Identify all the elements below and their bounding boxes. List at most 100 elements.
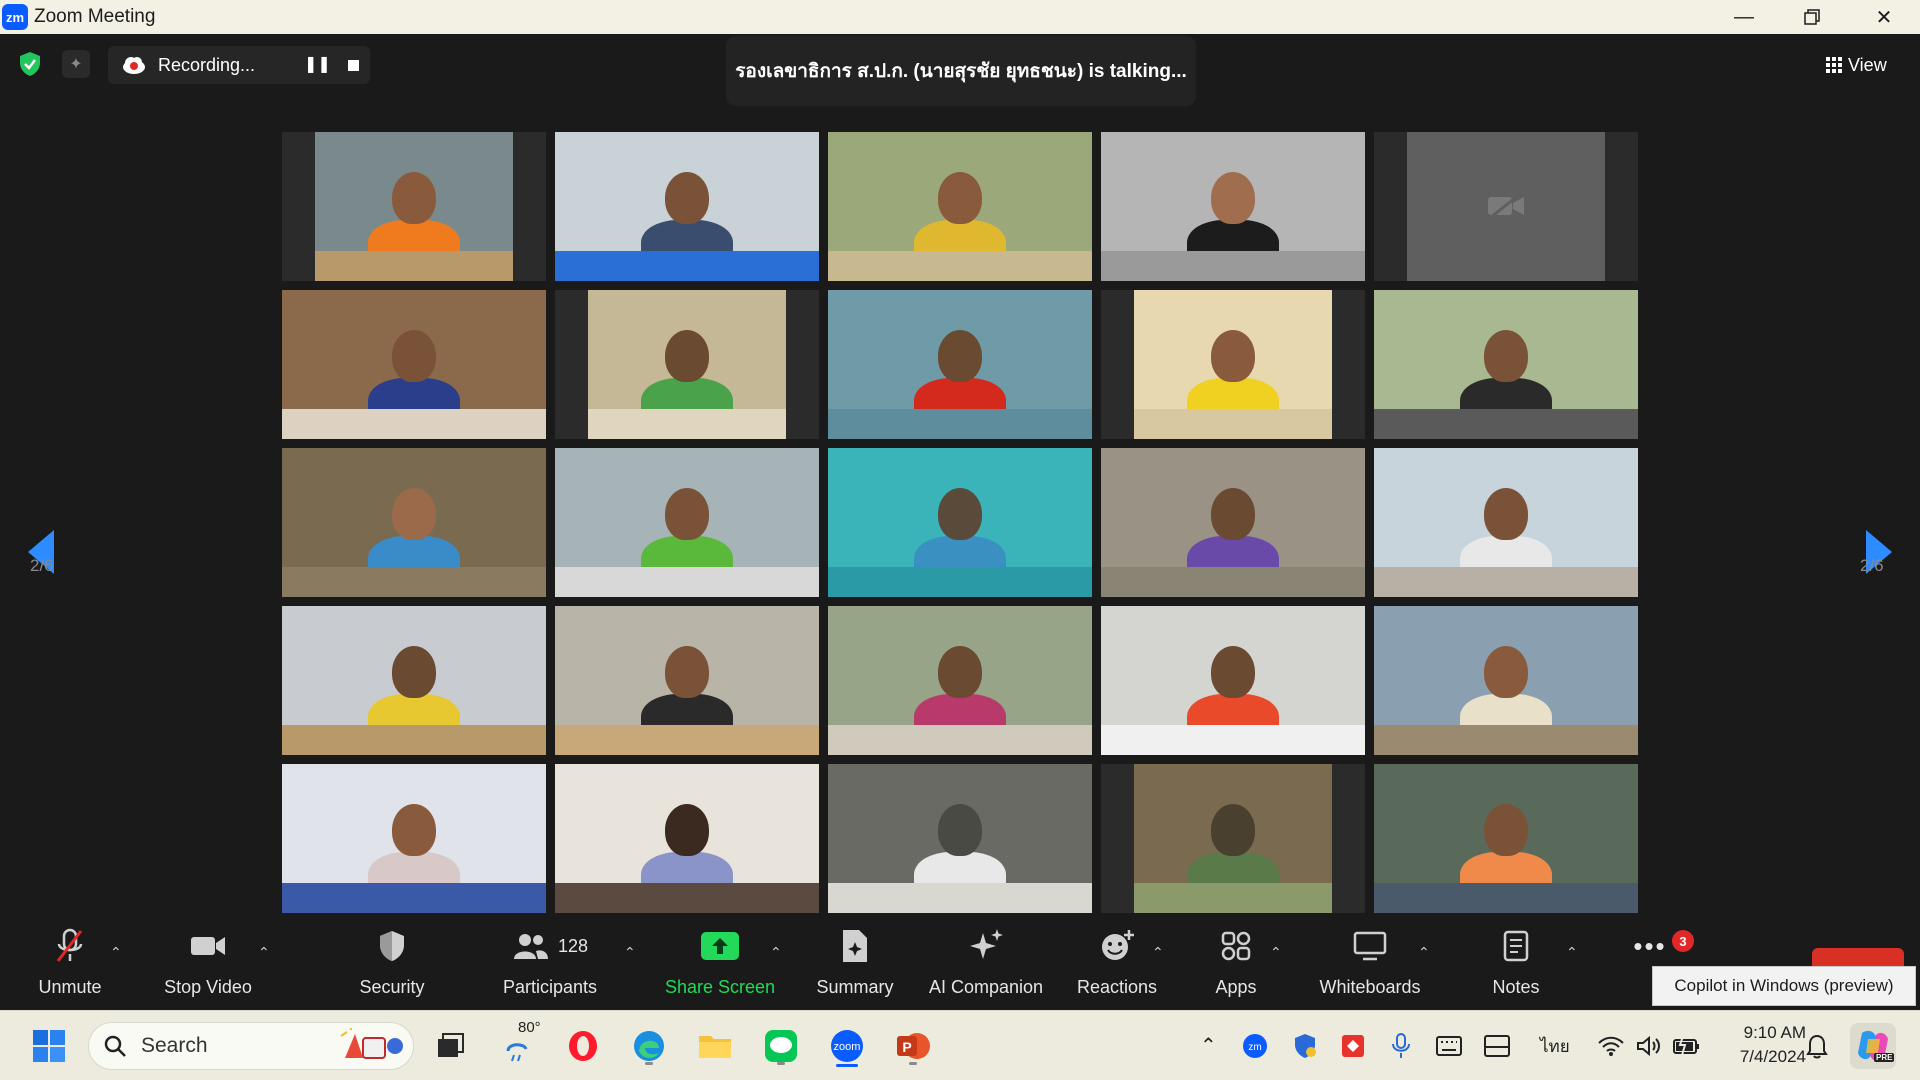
- participants-button[interactable]: 128 Participants: [496, 926, 604, 1006]
- security-button[interactable]: Security: [352, 926, 432, 1006]
- participant-video-tile[interactable]: [1101, 764, 1365, 913]
- taskbar-search-box[interactable]: Search: [88, 1022, 414, 1070]
- participant-video-tile[interactable]: [282, 606, 546, 755]
- participant-video-tile[interactable]: [828, 132, 1092, 281]
- reactions-options-caret-icon[interactable]: ⌃: [1152, 944, 1164, 961]
- line-app[interactable]: [760, 1025, 802, 1067]
- tray-wifi[interactable]: [1592, 1027, 1630, 1065]
- participant-video-tile[interactable]: [555, 764, 819, 913]
- participant-video-tile[interactable]: [828, 290, 1092, 439]
- start-button[interactable]: [28, 1025, 70, 1067]
- tray-touch-keyboard[interactable]: [1430, 1027, 1468, 1065]
- tray-battery[interactable]: [1668, 1027, 1706, 1065]
- video-options-caret-icon[interactable]: ⌃: [258, 944, 270, 961]
- audio-options-caret-icon[interactable]: ⌃: [110, 944, 122, 961]
- stop-video-button[interactable]: Stop Video: [158, 926, 258, 1006]
- apps-options-caret-icon[interactable]: ⌃: [1270, 944, 1282, 961]
- encryption-shield-icon[interactable]: [16, 50, 44, 78]
- apps-button[interactable]: Apps: [1196, 926, 1276, 1006]
- system-clock[interactable]: 9:10 AM 7/4/2024: [1706, 1021, 1806, 1069]
- view-button[interactable]: View: [1826, 50, 1906, 80]
- participant-video-tile[interactable]: [555, 132, 819, 281]
- participant-video-tile[interactable]: [282, 290, 546, 439]
- participant-video-tile[interactable]: [282, 448, 546, 597]
- file-explorer-app[interactable]: [694, 1025, 736, 1067]
- ai-companion-label: AI Companion: [928, 977, 1044, 997]
- participant-video-tile[interactable]: [1374, 764, 1638, 913]
- input-language-indicator[interactable]: ไทย: [1540, 1033, 1570, 1060]
- share-options-caret-icon[interactable]: ⌃: [770, 944, 782, 961]
- whiteboards-options-caret-icon[interactable]: ⌃: [1418, 944, 1430, 961]
- meeting-toolbar: Unmute ⌃ Stop Video ⌃ Security 128 Parti…: [0, 920, 1920, 1010]
- ai-companion-sparkle-icon: [970, 929, 1003, 959]
- participant-video-feed: [555, 764, 819, 913]
- participant-video-tile[interactable]: [828, 448, 1092, 597]
- summary-button[interactable]: Summary: [810, 926, 900, 1006]
- participant-video-tile[interactable]: [1374, 132, 1638, 281]
- tray-zoom[interactable]: zm: [1236, 1027, 1274, 1065]
- zoom-app[interactable]: zoom: [826, 1025, 868, 1067]
- tray-microphone[interactable]: [1382, 1027, 1420, 1065]
- participant-video-tile[interactable]: [555, 606, 819, 755]
- grid-view-icon: [1826, 57, 1842, 73]
- participant-video-tile[interactable]: [1374, 290, 1638, 439]
- participant-video-tile[interactable]: [1374, 448, 1638, 597]
- edge-app[interactable]: [628, 1025, 670, 1067]
- wifi-icon: [1598, 1036, 1624, 1056]
- participants-options-caret-icon[interactable]: ⌃: [624, 944, 636, 961]
- video-table-surface: [828, 567, 1092, 597]
- participant-video-tile[interactable]: [1374, 606, 1638, 755]
- close-button[interactable]: ✕: [1850, 0, 1918, 34]
- opera-app[interactable]: [562, 1025, 604, 1067]
- participant-head: [938, 646, 982, 698]
- task-view-button[interactable]: [430, 1025, 472, 1067]
- share-screen-button[interactable]: Share Screen: [660, 926, 780, 1006]
- whiteboards-button[interactable]: Whiteboards: [1310, 926, 1430, 1006]
- participant-video-tile[interactable]: [282, 764, 546, 913]
- participant-video-tile[interactable]: [828, 606, 1092, 755]
- participant-video-tile[interactable]: [1101, 132, 1365, 281]
- clock-date: 7/4/2024: [1739, 1047, 1806, 1066]
- participant-head: [1211, 804, 1255, 856]
- participant-head: [1484, 330, 1528, 382]
- unmute-button[interactable]: Unmute: [30, 926, 110, 1006]
- tray-display[interactable]: [1478, 1027, 1516, 1065]
- svg-text:P: P: [902, 1039, 911, 1055]
- show-hidden-icons-chevron-icon[interactable]: ⌃: [1200, 1033, 1217, 1058]
- ai-sparkle-icon[interactable]: ✦: [62, 50, 90, 78]
- reactions-button[interactable]: Reactions: [1072, 926, 1162, 1006]
- tray-anydesk[interactable]: [1334, 1027, 1372, 1065]
- notes-button[interactable]: Notes: [1476, 926, 1556, 1006]
- participant-video-tile[interactable]: [555, 448, 819, 597]
- restore-button[interactable]: [1778, 0, 1846, 34]
- participant-video-feed: [828, 448, 1092, 597]
- ai-companion-button[interactable]: AI Companion: [924, 926, 1048, 1006]
- minimize-button[interactable]: —: [1710, 0, 1778, 34]
- powerpoint-app[interactable]: P: [892, 1025, 934, 1067]
- video-table-surface: [555, 251, 819, 281]
- notifications-button[interactable]: [1798, 1027, 1836, 1065]
- whiteboards-label: Whiteboards: [1319, 977, 1421, 997]
- participant-video-tile[interactable]: [1101, 290, 1365, 439]
- participant-video-tile[interactable]: [828, 764, 1092, 913]
- copilot-button[interactable]: PRE: [1850, 1023, 1896, 1069]
- participant-video-tile[interactable]: [555, 290, 819, 439]
- stop-video-label: Stop Video: [164, 977, 252, 997]
- zoom-app-icon: zoom: [831, 1030, 863, 1062]
- participant-video-tile[interactable]: [282, 132, 546, 281]
- participants-icon: [513, 934, 548, 959]
- notes-icon: [1503, 930, 1529, 962]
- stop-recording-button[interactable]: [348, 60, 359, 71]
- pause-recording-button[interactable]: ❚❚: [304, 54, 331, 74]
- video-table-surface: [1134, 409, 1332, 439]
- svg-text:zoom: zoom: [834, 1041, 861, 1053]
- tray-defender[interactable]: [1286, 1027, 1324, 1065]
- tray-volume[interactable]: [1630, 1027, 1668, 1065]
- line-running-indicator: [777, 1062, 785, 1065]
- participant-head: [392, 330, 436, 382]
- participant-video-tile[interactable]: [1101, 606, 1365, 755]
- reactions-label: Reactions: [1076, 977, 1158, 997]
- notes-options-caret-icon[interactable]: ⌃: [1566, 944, 1578, 961]
- participant-video-tile[interactable]: [1101, 448, 1365, 597]
- share-screen-icon: [701, 932, 739, 960]
